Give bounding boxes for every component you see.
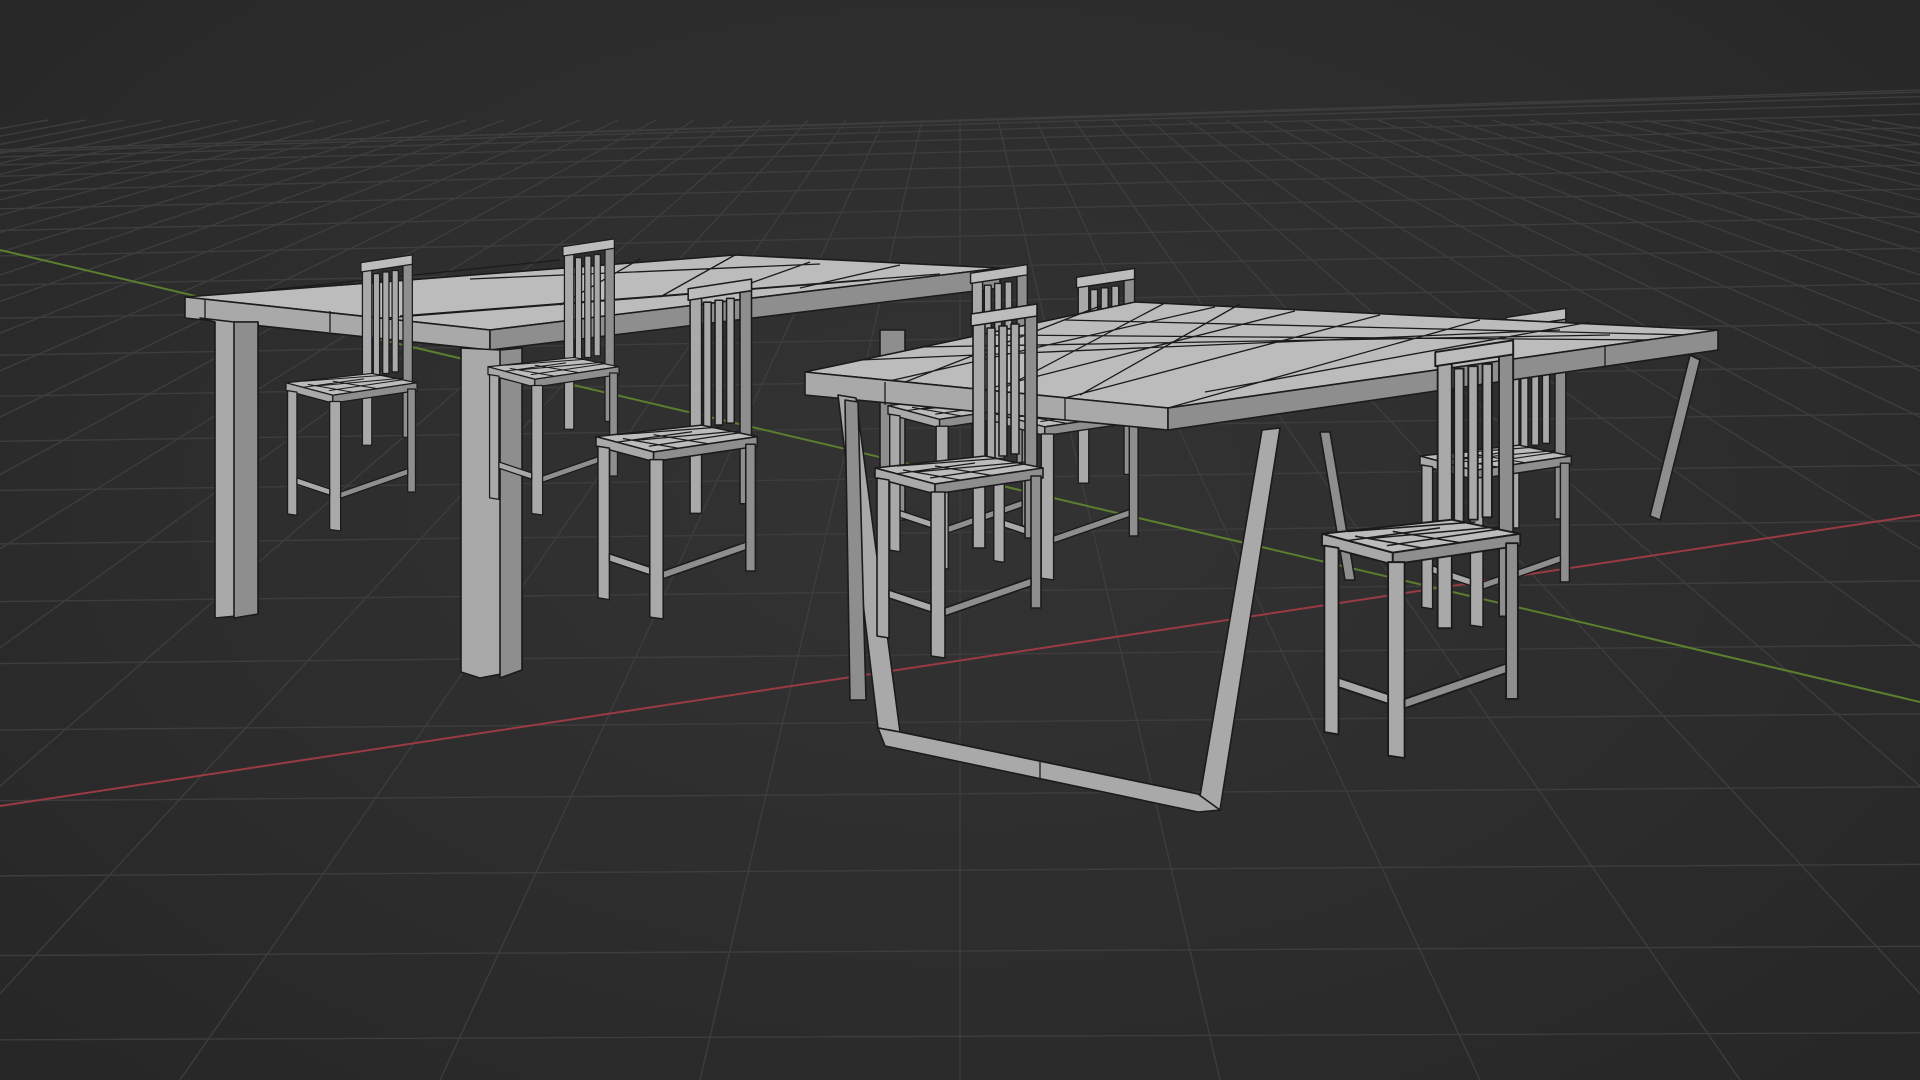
scene-meshes[interactable]: [0, 0, 1920, 1080]
3d-viewport[interactable]: [0, 0, 1920, 1080]
